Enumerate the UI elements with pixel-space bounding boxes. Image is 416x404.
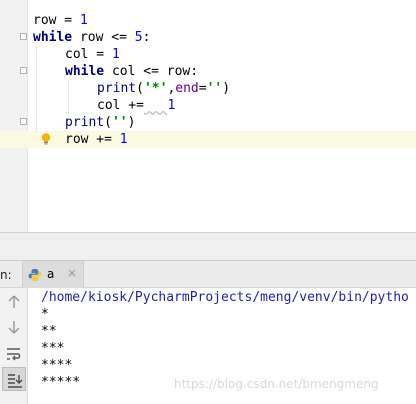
console-line: ***: [41, 341, 65, 356]
code-token: col +=: [97, 98, 144, 113]
code-token-keyword: while: [65, 64, 105, 79]
code-editor[interactable]: row = 1 while row <= 5: col = 1 while co…: [0, 0, 416, 232]
code-token: :: [142, 30, 151, 45]
scroll-to-end-button[interactable]: [2, 367, 26, 391]
code-line-3[interactable]: col = 1: [0, 46, 416, 63]
soft-wrap-icon[interactable]: [4, 344, 24, 364]
code-token-number: 1: [79, 13, 88, 28]
code-token-string: '*': [143, 81, 168, 96]
up-arrow-icon[interactable]: [4, 292, 24, 312]
code-token: ): [222, 81, 231, 96]
code-token-builtin: print: [65, 115, 105, 130]
run-tool-header: n: a ×: [0, 260, 416, 288]
code-line-8[interactable]: row += 1: [0, 131, 416, 148]
run-label: n:: [0, 268, 12, 282]
console-command-line: /home/kiosk/PycharmProjects/meng/venv/bi…: [41, 290, 409, 305]
code-token: (: [136, 81, 144, 96]
code-token-number: 1: [119, 132, 128, 147]
code-token-number: 1: [111, 47, 120, 62]
code-token: row <=: [72, 30, 135, 45]
code-token-keyword: while: [33, 30, 73, 45]
code-token: =: [198, 81, 207, 96]
code-token-builtin: print: [97, 81, 137, 96]
python-icon: [28, 269, 42, 281]
run-toolbar: [0, 288, 28, 404]
console-line: ****: [41, 358, 73, 373]
code-token-number: 1: [167, 98, 176, 113]
code-token-string: '': [111, 115, 128, 130]
code-line-6[interactable]: col += 1: [0, 97, 416, 114]
console-line: *: [41, 307, 49, 322]
code-token-keyword-arg: end: [175, 81, 199, 96]
code-line-4[interactable]: while col <= row:: [0, 63, 416, 80]
code-token-number: 5: [134, 30, 143, 45]
whitespace-warning[interactable]: [144, 98, 167, 113]
lightbulb-icon[interactable]: [41, 133, 51, 145]
code-line-5[interactable]: print('*',end=''): [0, 80, 416, 97]
code-token: row +=: [65, 132, 120, 147]
close-icon[interactable]: ×: [67, 266, 77, 280]
scroll-to-end-icon: [8, 374, 23, 388]
console-line: **: [41, 324, 57, 339]
code-line-1[interactable]: row = 1: [0, 12, 416, 29]
code-token: col =: [65, 47, 112, 62]
code-token-string: '': [206, 81, 223, 96]
watermark: https://blog.csdn.net/bmengmeng: [174, 377, 379, 391]
console-line: *****: [41, 375, 81, 390]
panel-separator[interactable]: [0, 232, 416, 260]
code-token: ): [127, 115, 136, 130]
down-arrow-icon[interactable]: [4, 317, 24, 337]
code-token: row =: [33, 13, 80, 28]
code-token: col <= row:: [104, 64, 199, 79]
code-line-7[interactable]: print(''): [0, 114, 416, 131]
run-tab-name: a: [47, 267, 55, 281]
code-token: (: [104, 115, 112, 130]
code-line-2[interactable]: while row <= 5:: [0, 29, 416, 46]
code-area[interactable]: row = 1 while row <= 5: col = 1 while co…: [0, 12, 416, 148]
run-tab[interactable]: a ×: [22, 261, 84, 288]
